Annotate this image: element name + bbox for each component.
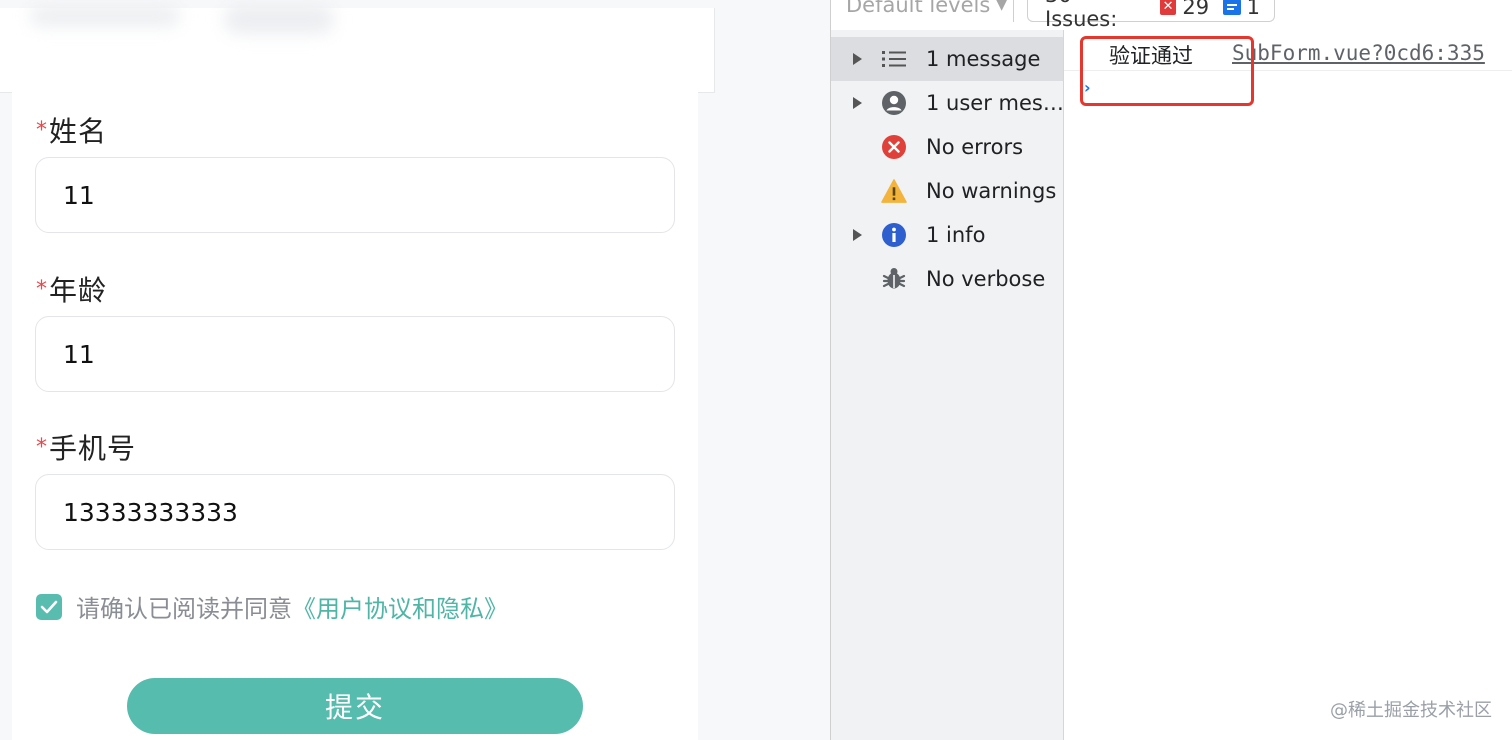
required-mark: * [36,435,48,460]
header-card [0,4,715,93]
issues-label: 30 Issues: [1045,0,1118,31]
log-levels-dropdown[interactable]: Default levels ▼ [846,0,1007,17]
sidebar-item-label: 1 info [926,223,986,247]
warning-icon [881,178,907,204]
age-input[interactable]: 11 [35,316,675,392]
sidebar-item-info[interactable]: 1 info [831,213,1063,257]
age-label: *年龄 [36,274,108,307]
watermark: @稀土掘金技术社区 [1330,700,1492,721]
devtools-panel: Default levels▼ 30 Issues: ✕ 29 1 1 mess… [830,0,1512,740]
sidebar-item-label: 1 message [926,47,1041,71]
agreement-row: 请确认已阅读并同意 《用户协议和隐私》 [36,589,508,624]
sidebar-item-label: No verbose [926,267,1046,291]
sidebar-item-verbose[interactable]: No verbose [831,257,1063,301]
agreement-text: 请确认已阅读并同意 [76,595,292,623]
blurred-content [30,6,180,26]
phone-input[interactable]: 13333333333 [35,474,675,550]
console-output: 验证通过 SubForm.vue?0cd6:335 › [1064,30,1512,740]
required-mark: * [36,277,48,302]
blurred-content [224,4,334,34]
expand-arrow-icon[interactable] [853,229,862,241]
sidebar-item-warnings[interactable]: No warnings [831,169,1063,213]
sidebar-item-user-messages[interactable]: 1 user mes… [831,81,1064,125]
sidebar-item-label: No warnings [926,179,1057,203]
agreement-link[interactable]: 《用户协议和隐私》 [292,589,508,624]
toolbar-divider [1013,0,1014,22]
issue-info-icon [1223,0,1241,15]
name-input[interactable]: 11 [35,157,675,233]
issue-info-count: 1 [1246,0,1260,19]
expand-arrow-icon[interactable] [853,53,862,65]
dropdown-arrow-icon: ▼ [996,0,1008,13]
user-icon [881,90,907,116]
info-icon [881,222,907,248]
error-icon [881,134,907,160]
agreement-checkbox[interactable] [36,593,62,620]
check-icon [40,600,58,613]
issue-error-count: 29 [1182,0,1210,19]
log-source-link[interactable]: SubForm.vue?0cd6:335 [1232,41,1485,65]
sidebar-item-errors[interactable]: No errors [831,125,1063,169]
sidebar-item-messages[interactable]: 1 message [831,37,1063,81]
bug-icon [881,266,907,292]
name-label: *姓名 [36,115,108,148]
sidebar-item-label: No errors [926,135,1024,159]
expand-arrow-icon[interactable] [853,97,862,109]
phone-label: *手机号 [36,432,137,465]
issue-error-icon: ✕ [1159,0,1177,15]
annotation-highlight-box [1080,36,1254,106]
list-icon [881,46,907,72]
console-sidebar: 1 message 1 user mes… No errors No warni… [831,30,1064,740]
submit-button[interactable]: 提交 [127,678,583,734]
issues-button[interactable]: 30 Issues: ✕ 29 1 [1027,0,1275,31]
console-toolbar: Default levels▼ 30 Issues: ✕ 29 1 [831,0,1512,31]
sidebar-item-label: 1 user mes… [926,91,1064,115]
required-mark: * [36,118,48,143]
